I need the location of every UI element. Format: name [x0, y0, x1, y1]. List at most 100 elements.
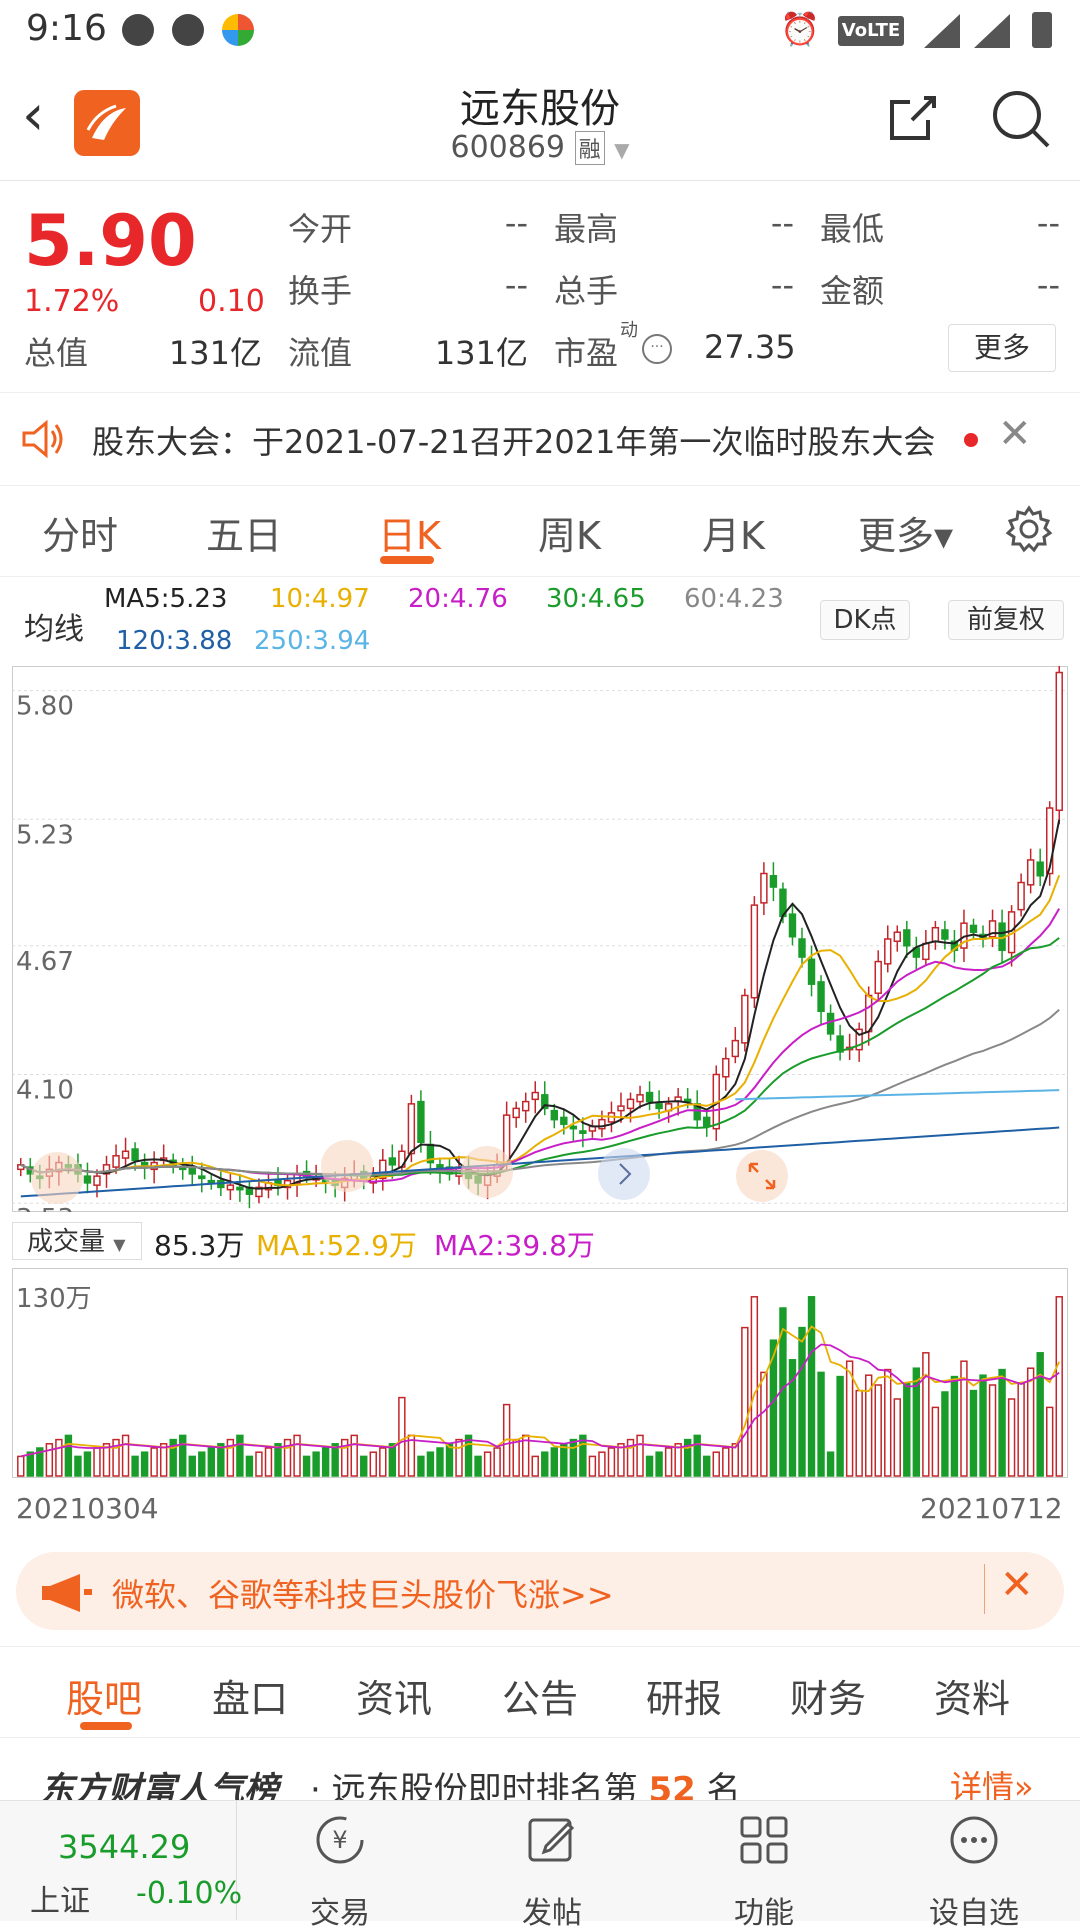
apps-icon[interactable] — [736, 1812, 792, 1868]
change-amount: 0.10 — [198, 284, 265, 319]
tab-monthly-k[interactable]: 月K — [702, 505, 765, 560]
volume-bar — [826, 1451, 835, 1477]
tab-daily-k[interactable]: 日K — [378, 505, 441, 560]
more-dots-icon[interactable]: ··· — [642, 334, 672, 364]
status-time: 9:16 — [26, 8, 107, 49]
tab-pankou[interactable]: 盘口 — [212, 1668, 288, 1723]
scroll-right-icon — [598, 1148, 650, 1200]
volume-bar — [541, 1451, 549, 1477]
volume-bar — [931, 1406, 940, 1477]
wifi-icon — [924, 14, 960, 48]
volume-bar — [674, 1443, 682, 1477]
notice-bar[interactable]: 股东大会：于2021-07-21召开2021年第一次临时股东大会 ✕ — [0, 392, 1080, 486]
volume-chart[interactable] — [12, 1268, 1068, 1478]
tab-announcements[interactable]: 公告 — [502, 1668, 578, 1723]
volume-bar — [512, 1438, 520, 1477]
volume-bar — [645, 1455, 654, 1477]
volume-bar — [845, 1360, 854, 1477]
tab-profile[interactable]: 资料 — [934, 1668, 1010, 1723]
volume-bar — [855, 1389, 863, 1477]
pe-superscript: 动 — [620, 320, 638, 341]
volume-bar — [760, 1371, 768, 1477]
tab-finance[interactable]: 财务 — [790, 1668, 866, 1723]
volume-bar — [560, 1443, 568, 1477]
tab-intraday[interactable]: 分时 — [42, 505, 118, 560]
add-watchlist-label[interactable]: 设自选 — [914, 1888, 1034, 1932]
volume-bar — [274, 1443, 282, 1477]
candle-body — [645, 1091, 654, 1103]
candle-body — [112, 1155, 120, 1168]
candle-body — [731, 1039, 740, 1058]
volume-bar — [550, 1447, 558, 1477]
volume-bar — [74, 1455, 82, 1477]
candle-body — [884, 938, 892, 965]
settings-icon[interactable] — [1004, 504, 1054, 554]
volume-bar — [617, 1443, 625, 1477]
index-value[interactable]: 3544.29 — [58, 1828, 190, 1866]
tab-news[interactable]: 资讯 — [356, 1668, 432, 1723]
dk-point-button[interactable]: DK点 — [820, 600, 910, 640]
volume-bar — [1007, 1398, 1016, 1477]
trade-label[interactable]: 交易 — [280, 1888, 400, 1932]
volume-bar — [998, 1368, 1006, 1477]
volume-bar — [922, 1352, 930, 1477]
search-icon[interactable] — [990, 88, 1054, 152]
tab-weekly-k[interactable]: 周K — [538, 505, 601, 560]
close-icon[interactable]: ✕ — [1000, 1562, 1034, 1608]
quote-label: 总手 — [554, 272, 619, 310]
volume-bar — [321, 1447, 330, 1477]
function-label[interactable]: 功能 — [704, 1888, 824, 1932]
app-notification-icon — [222, 14, 254, 46]
volume-bar — [140, 1451, 149, 1477]
share-icon[interactable] — [884, 90, 940, 146]
tab-more[interactable]: 更多▾ — [858, 505, 953, 560]
candle-body — [893, 931, 901, 943]
post-label[interactable]: 发帖 — [492, 1888, 612, 1932]
close-icon[interactable]: ✕ — [998, 411, 1032, 457]
marker-bubble — [321, 1140, 373, 1192]
stock-code: 600869 — [450, 130, 566, 165]
volume-bar — [331, 1443, 339, 1477]
candle-body — [388, 1157, 397, 1166]
candle-body — [864, 994, 873, 1033]
kline-chart[interactable]: 5.80 5.23 4.67 4.10 3.53 — [12, 666, 1068, 1212]
status-bar: 9:16 ⏰ VoLTE — [0, 0, 1080, 62]
ma-item: 30:4.65 — [546, 584, 646, 614]
candle-body — [417, 1100, 425, 1144]
more-options-icon[interactable] — [946, 1812, 1002, 1868]
compose-icon[interactable] — [524, 1812, 580, 1868]
more-quote-button[interactable]: 更多 — [948, 324, 1056, 372]
tab-research[interactable]: 研报 — [646, 1668, 722, 1723]
trade-icon[interactable]: ¥ — [312, 1812, 368, 1868]
active-tab-indicator — [380, 556, 434, 564]
volte-icon: VoLTE — [838, 16, 904, 46]
index-change: -0.10% — [136, 1876, 243, 1911]
indicator-select[interactable]: 成交量 ▼ — [12, 1222, 142, 1260]
candle-body — [207, 1179, 216, 1184]
index-name: 上证 — [30, 1884, 90, 1919]
signal-icon — [974, 14, 1010, 48]
volume-bar — [350, 1434, 358, 1477]
tab-guba[interactable]: 股吧 — [66, 1668, 142, 1723]
quote-value: -- — [1036, 204, 1060, 242]
candle-body — [826, 1012, 835, 1035]
promo-banner[interactable]: 微软、谷歌等科技巨头股价飞涨>> ✕ — [16, 1552, 1064, 1630]
volume-bar — [636, 1434, 644, 1477]
candle-body — [722, 1057, 730, 1078]
candle-body — [626, 1098, 635, 1110]
volume-bar — [102, 1443, 111, 1477]
marker-bubble — [461, 1146, 513, 1198]
volume-bar — [360, 1455, 368, 1477]
candle-body — [1036, 861, 1044, 877]
volume-bar — [417, 1455, 425, 1477]
quote-value: -- — [504, 266, 528, 304]
quote-label: 今开 — [288, 210, 353, 248]
adjust-button[interactable]: 前复权 — [948, 600, 1064, 640]
marker-bubble — [31, 1152, 83, 1204]
volume-bar — [255, 1451, 263, 1477]
volume-bar — [750, 1296, 759, 1477]
volume-bar — [188, 1455, 196, 1477]
volume-ma2: MA2:39.8万 — [434, 1229, 595, 1262]
tab-five-day[interactable]: 五日 — [206, 505, 282, 560]
candle-body — [569, 1125, 578, 1130]
